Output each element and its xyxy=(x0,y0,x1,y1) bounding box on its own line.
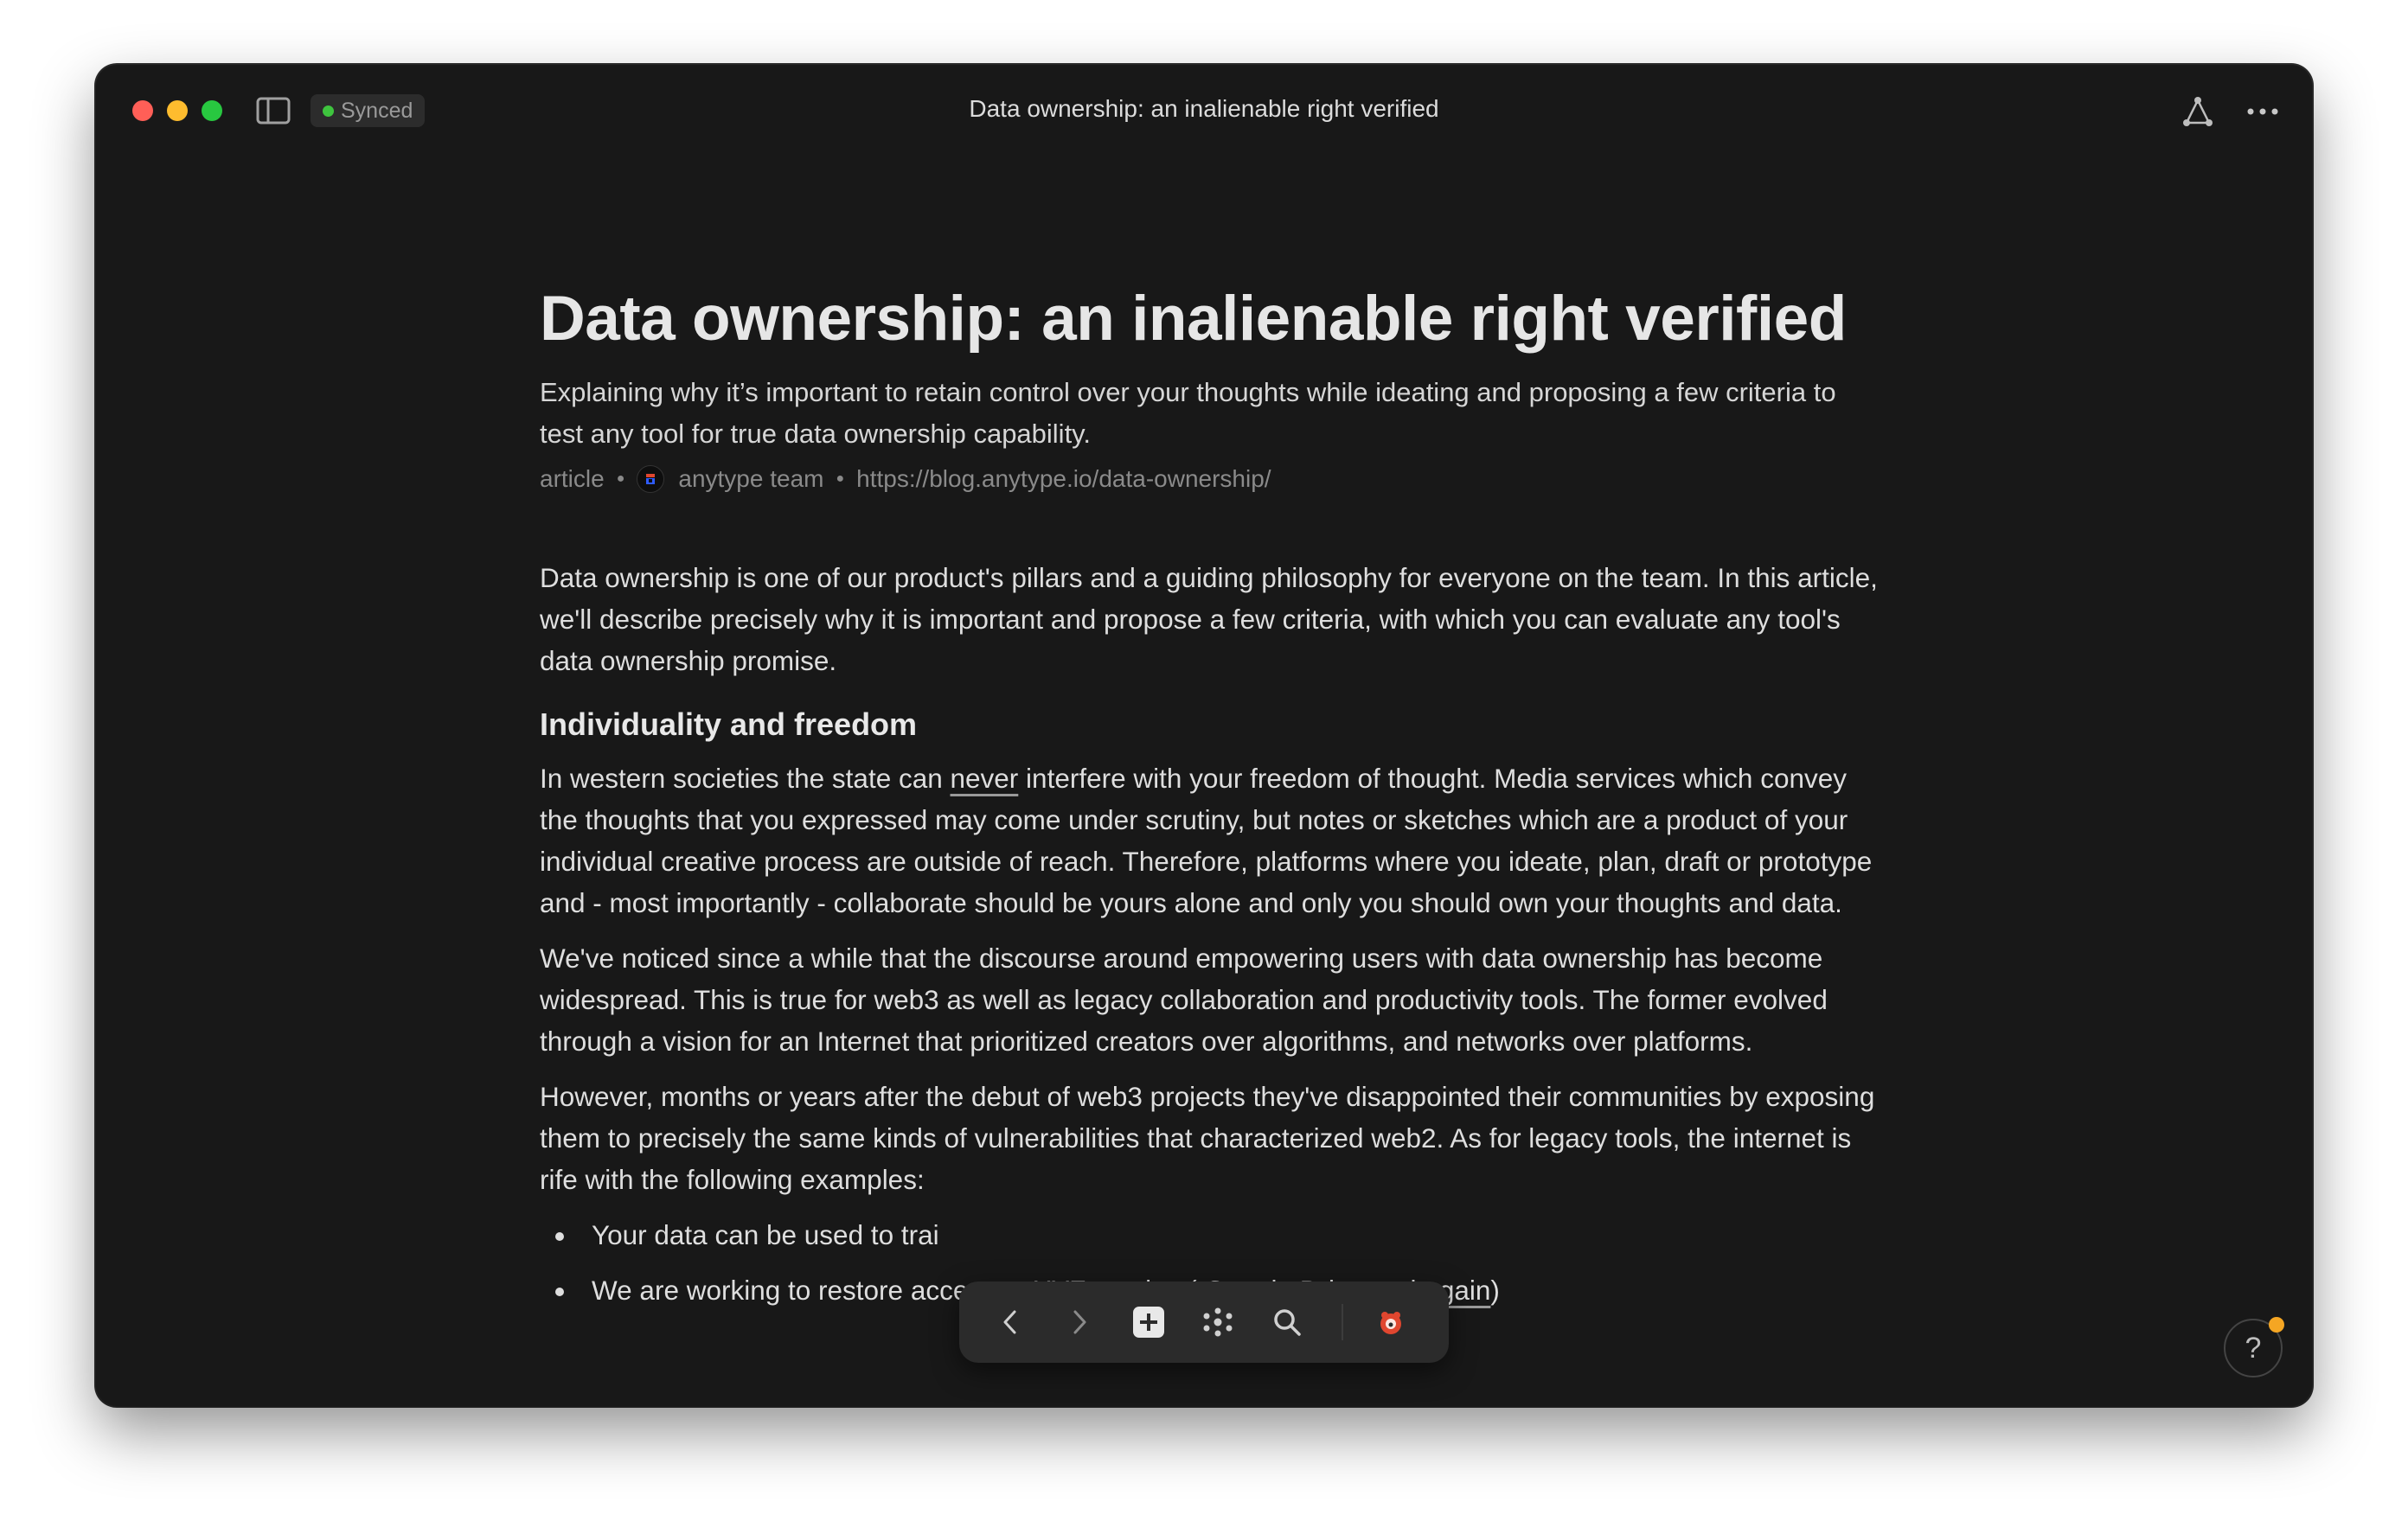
notification-badge xyxy=(2269,1317,2284,1333)
text-block[interactable]: However, months or years after the debut… xyxy=(540,1076,1889,1200)
meta-separator: ● xyxy=(616,471,625,486)
page-meta: article ● anytype team ● https://blog.an… xyxy=(540,465,1271,493)
meta-separator: ● xyxy=(836,471,845,486)
graph-icon[interactable] xyxy=(1198,1302,1238,1342)
author-avatar xyxy=(637,465,665,493)
navigation-dock xyxy=(959,1282,1449,1363)
page-body: Data ownership is one of our product's p… xyxy=(540,557,1889,1325)
text-span: ) xyxy=(1490,1275,1500,1306)
text-block[interactable]: Data ownership is one of our product's p… xyxy=(540,557,1889,681)
graph-icon[interactable] xyxy=(2181,94,2215,129)
inline-link[interactable]: never xyxy=(951,763,1019,794)
source-url[interactable]: https://blog.anytype.io/data-ownership/ xyxy=(856,465,1271,493)
search-icon[interactable] xyxy=(1267,1302,1307,1342)
text-block[interactable]: We've noticed since a while that the dis… xyxy=(540,937,1889,1062)
author-name[interactable]: anytype team xyxy=(678,465,823,493)
space-icon[interactable] xyxy=(1371,1302,1411,1342)
object-type-label[interactable]: article xyxy=(540,465,605,493)
help-label: ? xyxy=(2245,1331,2262,1365)
titlebar: Synced Data ownership: an inalienable ri… xyxy=(96,65,2312,155)
back-icon[interactable] xyxy=(990,1302,1030,1342)
page-title[interactable]: Data ownership: an inalienable right ver… xyxy=(540,283,1847,355)
dock-divider xyxy=(1342,1304,1343,1340)
section-heading[interactable]: Individuality and freedom xyxy=(540,704,1889,745)
text-span: In western societies the state can xyxy=(540,763,951,794)
app-window: Synced Data ownership: an inalienable ri… xyxy=(96,65,2312,1406)
page-description[interactable]: Explaining why it’s important to retain … xyxy=(540,372,1872,455)
text-block[interactable]: In western societies the state can never… xyxy=(540,757,1889,924)
more-options-icon[interactable] xyxy=(2245,94,2281,129)
help-button[interactable]: ? xyxy=(2224,1317,2284,1377)
forward-icon[interactable] xyxy=(1060,1302,1099,1342)
plus-icon[interactable] xyxy=(1129,1302,1169,1342)
window-title: Data ownership: an inalienable right ver… xyxy=(969,95,1439,122)
list-item[interactable]: Your data can be used to trai xyxy=(540,1214,1889,1256)
